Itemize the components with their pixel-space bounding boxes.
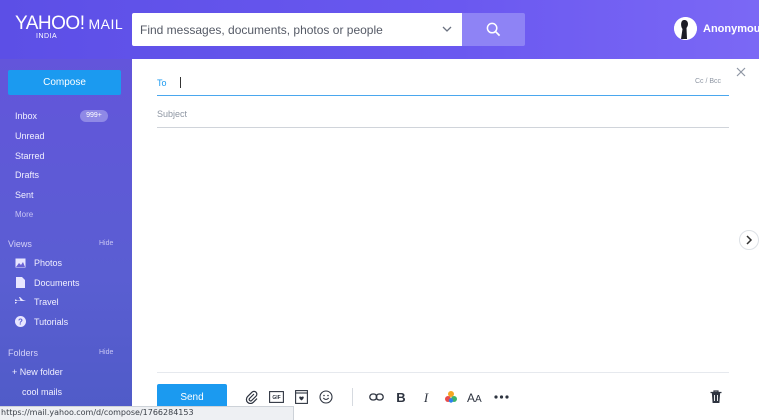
sidebar-item-photos[interactable]: Photos [15, 257, 62, 268]
folders-section-title: Folders [8, 348, 39, 358]
new-folder-button[interactable]: + New folder [12, 367, 63, 377]
search-box [132, 13, 462, 46]
search-icon [486, 22, 501, 37]
sidebar-item-label: Travel [34, 296, 59, 307]
toolbar-separator [352, 388, 353, 406]
user-name: Anonymous [703, 22, 759, 35]
sidebar-item-sent[interactable]: Sent [15, 190, 34, 200]
sidebar-item-label: Photos [34, 257, 63, 268]
toolbar-divider [157, 372, 729, 373]
sidebar-item-starred[interactable]: Starred [15, 151, 45, 161]
color-palette-icon [445, 391, 457, 403]
svg-text:A: A [467, 391, 475, 403]
yahoo-mail-logo[interactable]: YAHOO! MAIL INDIA [15, 13, 124, 41]
search-button[interactable] [462, 13, 525, 46]
svg-text:B: B [396, 390, 405, 404]
link-icon [368, 393, 384, 401]
svg-text:A: A [475, 394, 482, 403]
svg-text:?: ? [18, 318, 23, 327]
italic-icon: I [423, 390, 429, 404]
sidebar-item-label: Tutorials [34, 316, 69, 327]
gif-button[interactable]: GIF [268, 389, 284, 405]
expand-right-button[interactable] [739, 230, 759, 250]
svg-text:GIF: GIF [272, 395, 280, 401]
bold-icon: B [396, 390, 405, 404]
top-header: YAHOO!MAIL INDIA Anonymous [0, 0, 759, 59]
emoji-button[interactable] [318, 389, 334, 405]
trash-icon [710, 390, 722, 403]
user-silhouette-icon [674, 17, 697, 40]
paperclip-icon [245, 390, 258, 404]
sidebar-item-drafts[interactable]: Drafts [15, 170, 39, 180]
bold-button[interactable]: B [393, 389, 409, 405]
compose-button[interactable]: Compose [8, 70, 121, 95]
insert-link-button[interactable] [368, 389, 384, 405]
logo-region: INDIA [36, 33, 58, 40]
browser-status-url: https://mail.yahoo.com/d/compose/1766284… [0, 406, 294, 420]
stationery-button[interactable] [293, 389, 309, 405]
subject-row [157, 102, 729, 128]
sidebar-item-tutorials[interactable]: ? Tutorials [15, 316, 68, 327]
views-section-title: Views [8, 239, 32, 249]
discard-draft-button[interactable] [708, 389, 724, 405]
logo-product: MAIL [88, 16, 124, 32]
gif-icon: GIF [268, 391, 284, 403]
inbox-count-badge: 999+ [80, 110, 108, 122]
views-hide-link[interactable]: Hide [99, 240, 113, 247]
subject-input[interactable] [157, 106, 657, 122]
sidebar-more-link[interactable]: More [15, 210, 33, 219]
to-label: To [157, 78, 167, 88]
sidebar-item-inbox[interactable]: Inbox [15, 111, 37, 121]
search-input[interactable] [140, 13, 430, 46]
italic-button[interactable]: I [418, 389, 434, 405]
ellipsis-icon [493, 395, 509, 399]
user-menu[interactable]: Anonymous [674, 17, 759, 40]
close-icon[interactable] [735, 66, 747, 78]
sidebar-item-travel[interactable]: Travel [15, 296, 59, 307]
help-icon: ? [15, 316, 26, 327]
photo-icon [15, 257, 26, 268]
sidebar-item-cool-mails[interactable]: cool mails [22, 387, 62, 397]
cc-bcc-link[interactable]: Cc / Bcc [695, 78, 721, 85]
avatar [674, 17, 697, 40]
chevron-right-icon [746, 235, 753, 245]
sidebar-item-documents[interactable]: Documents [15, 277, 80, 288]
folders-hide-link[interactable]: Hide [99, 349, 113, 356]
plane-icon [15, 296, 26, 307]
sidebar: Compose Inbox 999+ Unread Starred Drafts… [0, 59, 132, 420]
text-caret [180, 77, 181, 88]
svg-text:I: I [423, 390, 429, 404]
stationery-icon [294, 390, 308, 404]
logo-brand: YAHOO! [15, 13, 85, 34]
font-size-icon: A A [467, 391, 482, 403]
chevron-down-icon[interactable] [441, 23, 453, 35]
font-size-button[interactable]: A A [467, 389, 483, 405]
more-options-button[interactable] [493, 389, 509, 405]
document-icon [15, 277, 26, 288]
attach-button[interactable] [244, 389, 260, 405]
to-field[interactable]: To Cc / Bcc [157, 70, 729, 96]
smiley-icon [319, 390, 333, 404]
text-color-button[interactable] [443, 389, 459, 405]
sidebar-item-label: Documents [34, 277, 80, 288]
sidebar-item-unread[interactable]: Unread [15, 131, 45, 141]
